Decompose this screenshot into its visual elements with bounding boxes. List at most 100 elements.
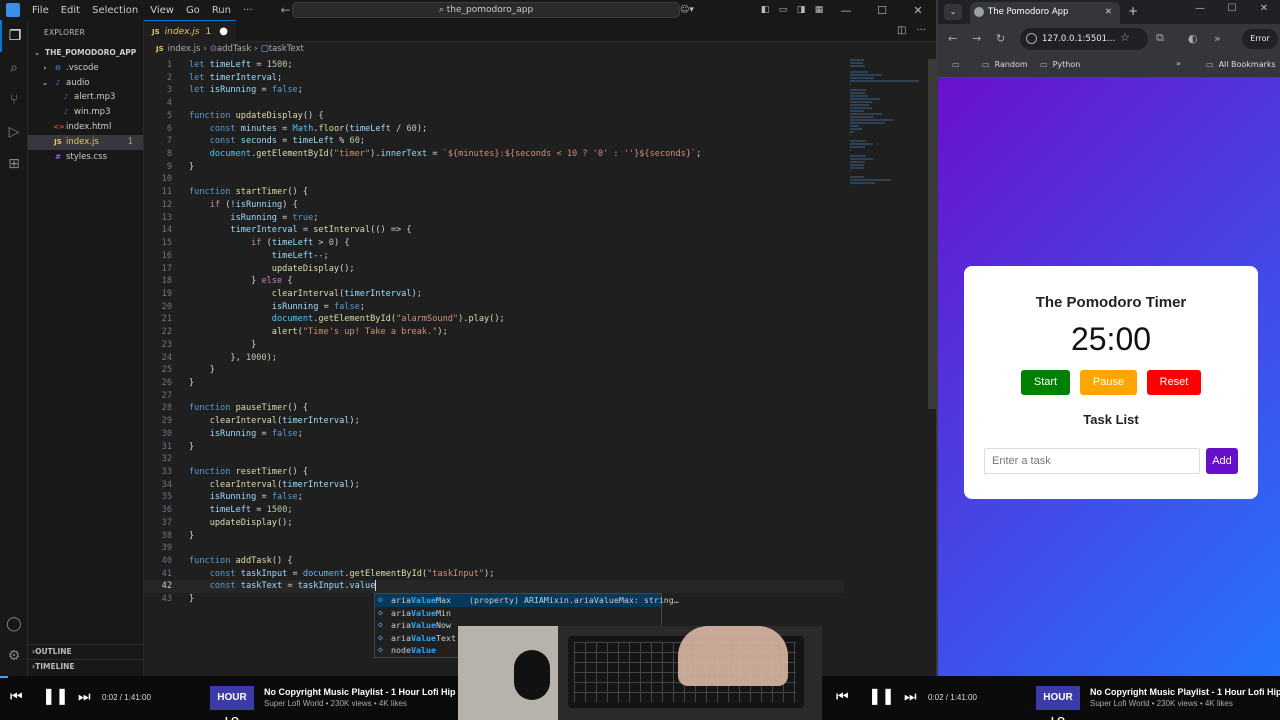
explorer-icon[interactable]: ❐: [0, 20, 28, 52]
code-line[interactable]: 19 clearInterval(timerInterval);: [144, 288, 844, 301]
bookmarks-overflow-icon[interactable]: »: [1176, 59, 1181, 68]
bookmark-star-icon[interactable]: ☆: [1120, 31, 1130, 44]
code-line[interactable]: 38}: [144, 530, 844, 543]
new-tab-icon[interactable]: +: [1128, 4, 1138, 18]
toggle-panel-icon[interactable]: ▭: [774, 5, 792, 15]
unsaved-dot-icon[interactable]: ●: [219, 21, 228, 43]
code-line[interactable]: 32: [144, 453, 844, 466]
previous-track-icon[interactable]: ⏮: [10, 688, 23, 705]
code-line[interactable]: 7 const seconds = timeLeft % 60;: [144, 135, 844, 148]
code-line[interactable]: 41 const taskInput = document.getElement…: [144, 568, 844, 581]
menu-run[interactable]: Run: [206, 5, 237, 16]
previous-track-icon[interactable]: ⏮: [836, 688, 849, 705]
menu-more[interactable]: ···: [237, 5, 259, 16]
code-line[interactable]: 1 let timeLeft = 1500;: [144, 59, 844, 72]
task-input[interactable]: Enter a task: [984, 448, 1200, 474]
file-item[interactable]: # styles.css: [28, 150, 143, 165]
extensions-puzzle-icon[interactable]: ⧉: [1156, 31, 1164, 45]
minimize-icon[interactable]: —: [1184, 3, 1216, 14]
run-debug-icon[interactable]: ▷: [0, 116, 28, 148]
settings-gear-icon[interactable]: ⚙: [0, 640, 28, 672]
code-line[interactable]: 37 updateDisplay();: [144, 517, 844, 530]
pause-icon[interactable]: ❚❚: [868, 686, 895, 706]
close-icon[interactable]: ✕: [900, 4, 936, 17]
close-tab-icon[interactable]: ✕: [1105, 2, 1112, 22]
breadcrumb-function[interactable]: addTask: [217, 44, 251, 54]
close-window-icon[interactable]: ✕: [1248, 3, 1280, 14]
code-line[interactable]: 21 document.getElementById("alarmSound")…: [144, 313, 844, 326]
file-item[interactable]: ♪ win.mp3: [28, 105, 143, 120]
split-editor-icon[interactable]: ◫: [897, 25, 906, 36]
code-line[interactable]: 13 isRunning = true;: [144, 212, 844, 225]
code-line[interactable]: 33 function resetTimer() {: [144, 466, 844, 479]
reload-icon[interactable]: ↻: [996, 32, 1005, 45]
menu-edit[interactable]: Edit: [55, 5, 86, 16]
code-line[interactable]: 34 clearInterval(timerInterval);: [144, 479, 844, 492]
menu-go[interactable]: Go: [180, 5, 206, 16]
account-icon[interactable]: ◯: [0, 608, 28, 640]
code-editor[interactable]: 1 let timeLeft = 1500; 2 let timerInterval;…: [144, 59, 844, 606]
code-line[interactable]: 30 isRunning = false;: [144, 428, 844, 441]
extensions-icon[interactable]: ⊞: [0, 148, 28, 180]
code-line[interactable]: 40 function addTask() {: [144, 555, 844, 568]
code-line[interactable]: 14 timerInterval = setInterval(() => {: [144, 224, 844, 237]
code-line[interactable]: 36 timeLeft = 1500;: [144, 504, 844, 517]
code-line[interactable]: 23 }: [144, 339, 844, 352]
toggle-sidebar-icon[interactable]: ◧: [756, 5, 774, 15]
suggestion-item[interactable]: ariaValueMin: [375, 607, 661, 620]
editor-scrollbar[interactable]: [928, 59, 936, 409]
code-line[interactable]: 28 function pauseTimer() {: [144, 402, 844, 415]
code-line[interactable]: 27: [144, 390, 844, 403]
start-button[interactable]: Start: [1021, 370, 1070, 395]
tab-search-chevron-icon[interactable]: ⌄: [944, 4, 962, 20]
add-task-button[interactable]: Add: [1206, 448, 1238, 474]
suggestion-item[interactable]: ariaValueMax (property) ARIAMixin.ariaVal…: [375, 594, 679, 607]
profile-icon[interactable]: ◐: [1188, 32, 1198, 45]
reset-button[interactable]: Reset: [1147, 370, 1201, 395]
code-line[interactable]: 22 alert("Time's up! Take a break.");: [144, 326, 844, 339]
outline-section[interactable]: ›OUTLINE: [28, 644, 144, 658]
back-arrow-icon[interactable]: ←: [281, 3, 291, 17]
code-line[interactable]: 11 function startTimer() {: [144, 186, 844, 199]
next-track-icon[interactable]: ⏭: [904, 688, 917, 705]
code-line[interactable]: 24 }, 1000);: [144, 352, 844, 365]
code-line[interactable]: 4: [144, 97, 844, 110]
code-line[interactable]: 25 }: [144, 364, 844, 377]
source-control-icon[interactable]: ⑂: [0, 84, 28, 116]
code-line[interactable]: 3 let isRunning = false;: [144, 84, 844, 97]
back-icon[interactable]: ←: [948, 32, 957, 45]
code-line[interactable]: 12 if (!isRunning) {: [144, 199, 844, 212]
pause-button[interactable]: Pause: [1080, 370, 1137, 395]
minimap[interactable]: [850, 59, 926, 187]
site-info-icon[interactable]: [1026, 33, 1037, 44]
more-extensions-icon[interactable]: »: [1214, 32, 1221, 45]
minimize-icon[interactable]: —: [828, 4, 864, 17]
file-item[interactable]: <>index.html: [28, 120, 143, 135]
search-icon[interactable]: ⌕: [0, 52, 28, 84]
bookmark-python[interactable]: Python: [1040, 60, 1081, 69]
code-line[interactable]: 42 const taskText = taskInput.value: [144, 580, 844, 593]
code-line[interactable]: 10: [144, 173, 844, 186]
maximize-icon[interactable]: ☐: [864, 4, 900, 17]
code-line[interactable]: 5 function updateDisplay() {: [144, 110, 844, 123]
pause-icon[interactable]: ❚❚: [42, 686, 69, 706]
file-item[interactable]: ⌄ ♪ audio: [28, 76, 143, 91]
command-center-search[interactable]: ⌕ the_pomodoro_app: [292, 2, 680, 18]
copilot-icon[interactable]: ☺▾: [678, 5, 696, 15]
code-line[interactable]: 6 const minutes = Math.floor(timeLeft / …: [144, 123, 844, 136]
code-line[interactable]: 31}: [144, 441, 844, 454]
code-line[interactable]: 15 if (timeLeft > 0) {: [144, 237, 844, 250]
code-line[interactable]: 17 updateDisplay();: [144, 263, 844, 276]
next-track-icon[interactable]: ⏭: [78, 688, 91, 705]
code-line[interactable]: 26}: [144, 377, 844, 390]
file-item[interactable]: › ⚙ .vscode: [28, 61, 143, 76]
maximize-icon[interactable]: ☐: [1216, 3, 1248, 14]
code-line[interactable]: 9}: [144, 161, 844, 174]
error-badge[interactable]: Error: [1242, 29, 1278, 49]
progress-bar[interactable]: [0, 676, 8, 678]
tab-index-js[interactable]: JS index.js 1 ●: [144, 20, 236, 42]
code-line[interactable]: 35 isRunning = false;: [144, 491, 844, 504]
bookmark-random[interactable]: Random: [982, 60, 1028, 69]
file-item[interactable]: ♪ alert.mp3: [28, 90, 143, 105]
all-bookmarks[interactable]: All Bookmarks: [1206, 60, 1276, 69]
